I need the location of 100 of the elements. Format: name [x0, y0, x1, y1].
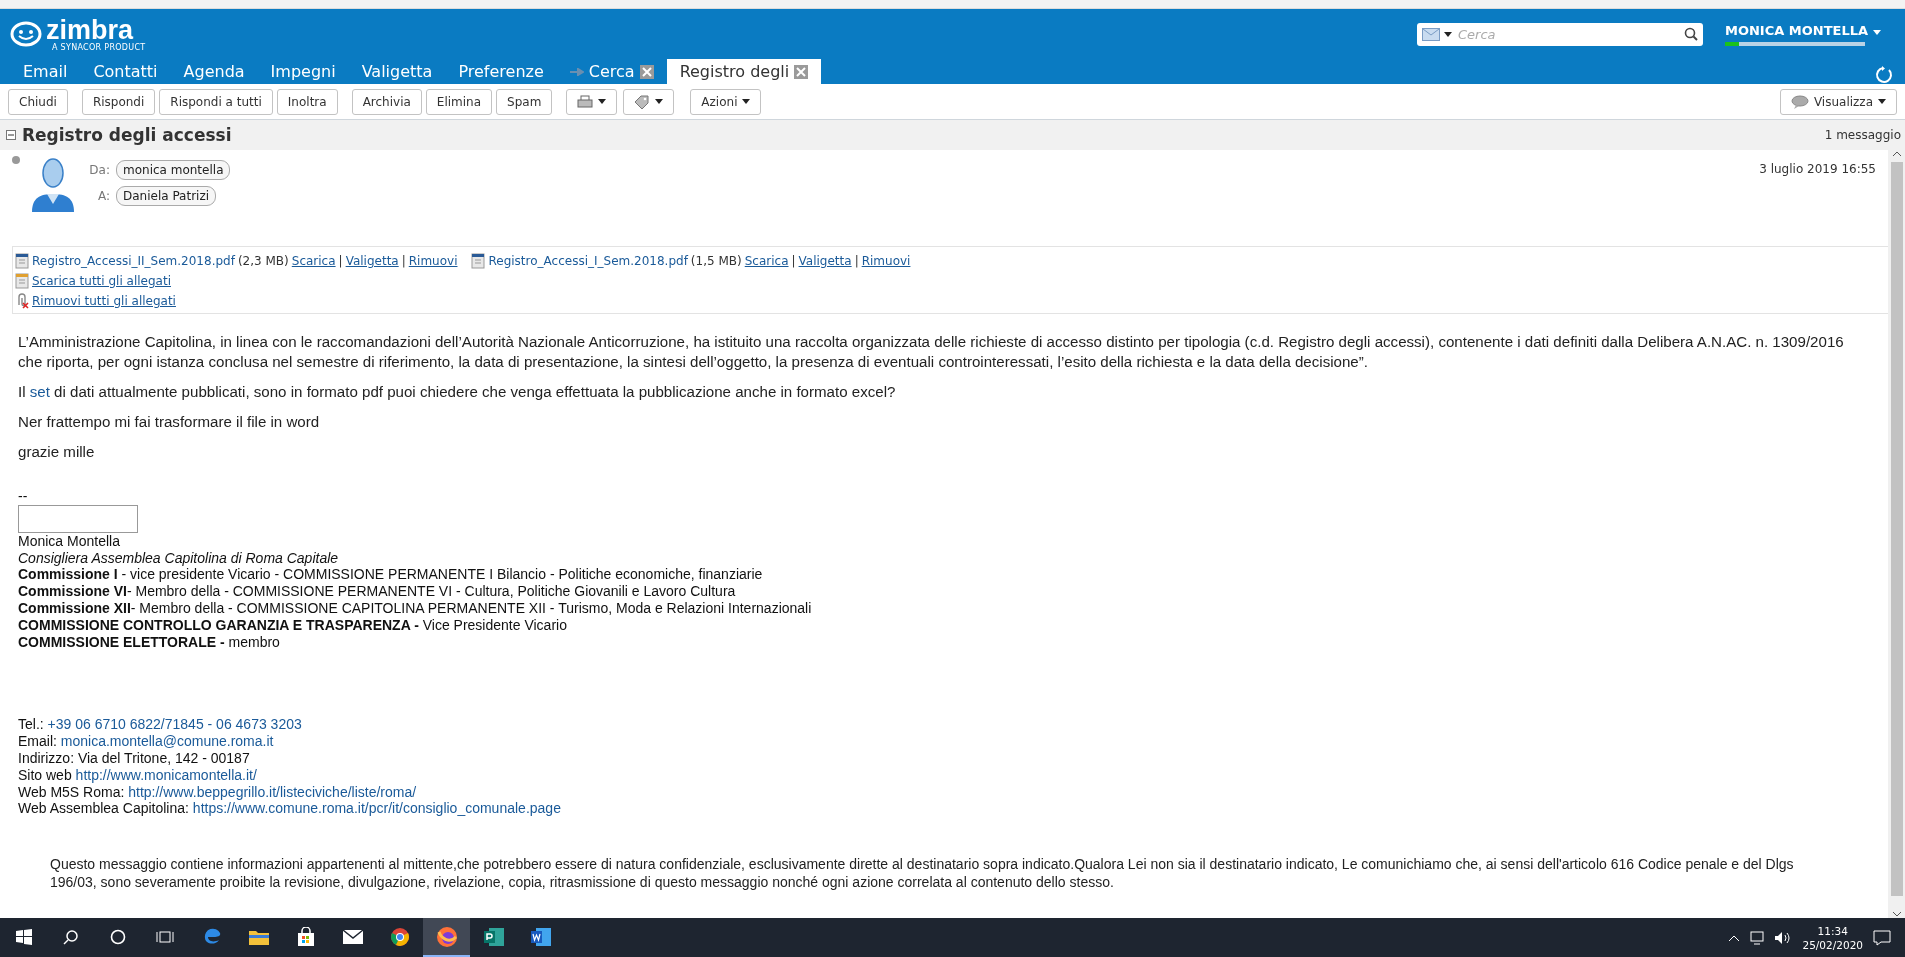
- signature-line: Commissione XII- Membro della - COMMISSIONE CAPITOLINA PERMANENTE XII - Turismo, Moda e Relazioni Internazionali: [18, 600, 813, 617]
- caret-up-icon: [1728, 933, 1741, 942]
- contact-link[interactable]: +39 06 6710 6822/71845 - 06 4673 3203: [47, 716, 302, 733]
- avatar-icon: [30, 156, 76, 212]
- attachment-action-link[interactable]: Rimuovi tutti gli allegati: [32, 294, 176, 308]
- printer-icon: [577, 94, 594, 109]
- caret-icon: [655, 99, 664, 104]
- shopping-bag-icon: [295, 926, 316, 947]
- signature-name: Monica Montella: [18, 532, 121, 550]
- attachment-action-link[interactable]: Rimuovi: [861, 254, 911, 268]
- caret-icon: [1878, 99, 1886, 104]
- toolbar-button[interactable]: Elimina: [425, 88, 493, 115]
- brand-tagline: A SYNACOR PRODUCT: [52, 43, 146, 52]
- envelope-icon: [1422, 27, 1440, 41]
- view-menu-button[interactable]: Visualizza: [1779, 88, 1897, 115]
- inline-link[interactable]: set: [29, 383, 50, 400]
- sender-chip[interactable]: monica montella: [116, 160, 231, 180]
- notifications-icon[interactable]: [1873, 929, 1891, 946]
- chrome-icon: [389, 926, 410, 947]
- contact-link[interactable]: http://www.beppegrillo.it/listeciviche/liste/roma/: [128, 783, 417, 800]
- attachment-action-link[interactable]: Scarica tutti gli allegati: [32, 274, 171, 288]
- recipient-chip[interactable]: Daniela Patrizi: [116, 186, 217, 206]
- contact-line: Sito web http://www.monicamontella.it/: [18, 766, 258, 784]
- contact-line: Web M5S Roma: http://www.beppegrillo.it/listeciviche/liste/roma/: [18, 783, 418, 801]
- toolbar-button[interactable]: Spam: [496, 88, 553, 115]
- signature-separator: --: [18, 488, 29, 505]
- tab[interactable]: Contatti: [80, 59, 171, 84]
- refresh-icon[interactable]: [1875, 66, 1893, 84]
- message-paragraph: grazie mille: [18, 442, 96, 462]
- speech-bubble-icon: [1790, 94, 1809, 109]
- caret-icon: [1872, 29, 1881, 35]
- signature-line: Commissione I - vice presidente Vicario - COMMISSIONE PERMANENTE I Bilancio - Politiche economiche, finanziarie: [18, 566, 764, 584]
- contact-line: Indirizzo: Via del Tritone, 142 - 00187: [18, 749, 251, 767]
- attachment-action-link[interactable]: Scarica: [744, 254, 789, 268]
- link-separator: |: [401, 254, 406, 268]
- toolbar-button[interactable]: Archivia: [351, 88, 422, 115]
- search-icon: [1684, 27, 1698, 41]
- attachment-size: (1,5 MB): [690, 254, 742, 268]
- attachment-size: (2,3 MB): [237, 254, 289, 268]
- document-icon: [15, 253, 29, 269]
- tab[interactable]: Valigetta: [348, 59, 446, 84]
- toolbar-button[interactable]: Rispondi: [81, 88, 156, 115]
- link-separator: |: [338, 254, 343, 268]
- to-label: A:: [96, 189, 111, 203]
- contact-line: Email: monica.montella@comune.roma.it: [18, 733, 275, 750]
- attachment-action-link[interactable]: Scarica: [291, 254, 336, 268]
- search-box[interactable]: Cerca: [1417, 22, 1703, 46]
- speaker-icon: [1774, 930, 1793, 945]
- close-icon[interactable]: [639, 64, 654, 79]
- attachment-name-link[interactable]: Registro_Accessi_II_Sem.2018.pdf: [32, 254, 235, 268]
- smiley-logo-icon: [10, 21, 42, 47]
- attachment-name-link[interactable]: Registro_Accessi_I_Sem.2018.pdf: [488, 254, 688, 268]
- toolbar-button[interactable]: Inoltra: [276, 88, 338, 115]
- tab[interactable]: Cerca: [556, 59, 667, 84]
- message-paragraph: L’Amministrazione Capitolina, in linea con le raccomandazioni dell’Autorità Nazionale Anticorruzione, ha istituito una raccolta organizzata delle richieste di accesso distinto per tipologia (c.d. Registro degli accessi), contenente i dati definiti dalla Delibera A.N.AC. n. 1309/2016 che riporta, per ogni istanza conclusa nel semestre di riferimento, la data di presentazione, la sintesi dell’oggetto, la presenza di eventuali controinteressati, l’esito della richiesta e la data della decisione”.: [18, 332, 1845, 372]
- actions-menu-button[interactable]: Azioni: [690, 88, 762, 115]
- contact-link[interactable]: monica.montella@comune.roma.it: [60, 733, 274, 750]
- caret-icon: [598, 99, 607, 104]
- windows-icon[interactable]: [15, 928, 32, 945]
- publisher-icon: [482, 926, 505, 947]
- scrollbar[interactable]: [1888, 150, 1905, 918]
- print-menu-button[interactable]: [566, 88, 618, 115]
- paperclip-remove-icon: [15, 293, 29, 309]
- circle-icon[interactable]: [109, 928, 126, 945]
- collapse-icon[interactable]: [6, 130, 16, 140]
- message-paragraph: Il set di dati attualmente pubblicati, sono in formato pdf puoi chiedere che venga effettuata la pubblicazione anche in formato excel?: [18, 382, 897, 402]
- contact-link[interactable]: http://www.monicamontella.it/: [75, 766, 257, 783]
- word-icon: [529, 926, 552, 947]
- signature-role: Consigliera Assemblea Capitolina di Roma Capitale: [18, 549, 340, 567]
- toolbar-button[interactable]: Chiudi: [8, 88, 68, 115]
- contact-link[interactable]: https://www.comune.roma.it/pcr/it/consiglio_comunale.page: [192, 800, 561, 817]
- tab[interactable]: Impegni: [257, 59, 349, 84]
- tab[interactable]: Agenda: [170, 59, 258, 84]
- caret-icon: [1444, 31, 1452, 37]
- signature-line: COMMISSIONE CONTROLLO GARANZIA E TRASPARENZA - Vice Presidente Vicario: [18, 616, 568, 634]
- tag-icon: [634, 94, 651, 109]
- search-icon[interactable]: [62, 928, 79, 945]
- message-paragraph: Ner frattempo mi fai trasformare il file in word: [18, 412, 321, 432]
- message-count: 1 messaggio: [1824, 128, 1901, 142]
- message-date: 3 luglio 2019 16:55: [1759, 162, 1876, 176]
- toolbar-button[interactable]: Rispondi a tutti: [159, 88, 273, 115]
- document-icon: [471, 253, 486, 269]
- conversation-title: Registro degli accessi: [22, 125, 232, 145]
- tab[interactable]: Registro degli: [666, 59, 822, 84]
- task-view-icon[interactable]: [155, 928, 174, 945]
- attachment-action-link[interactable]: Valigetta: [345, 254, 399, 268]
- signature-line: COMMISSIONE ELETTORALE - membro: [18, 633, 281, 651]
- attachment-action-link[interactable]: Rimuovi: [408, 254, 458, 268]
- tab[interactable]: Preferenze: [445, 59, 557, 84]
- close-icon[interactable]: [794, 64, 809, 79]
- clock-date[interactable]: 25/02/2020: [1802, 937, 1863, 952]
- firefox-icon: [435, 925, 458, 948]
- from-label: Da:: [88, 163, 111, 177]
- tag-menu-button[interactable]: [623, 88, 675, 115]
- attachment-action-link[interactable]: Valigetta: [798, 254, 852, 268]
- status-dot-icon: [12, 156, 20, 164]
- envelope-icon: [341, 928, 364, 945]
- tab[interactable]: Email: [10, 59, 81, 84]
- clock-time[interactable]: 11:34: [1817, 923, 1848, 938]
- scroll-up-icon: [1891, 150, 1902, 158]
